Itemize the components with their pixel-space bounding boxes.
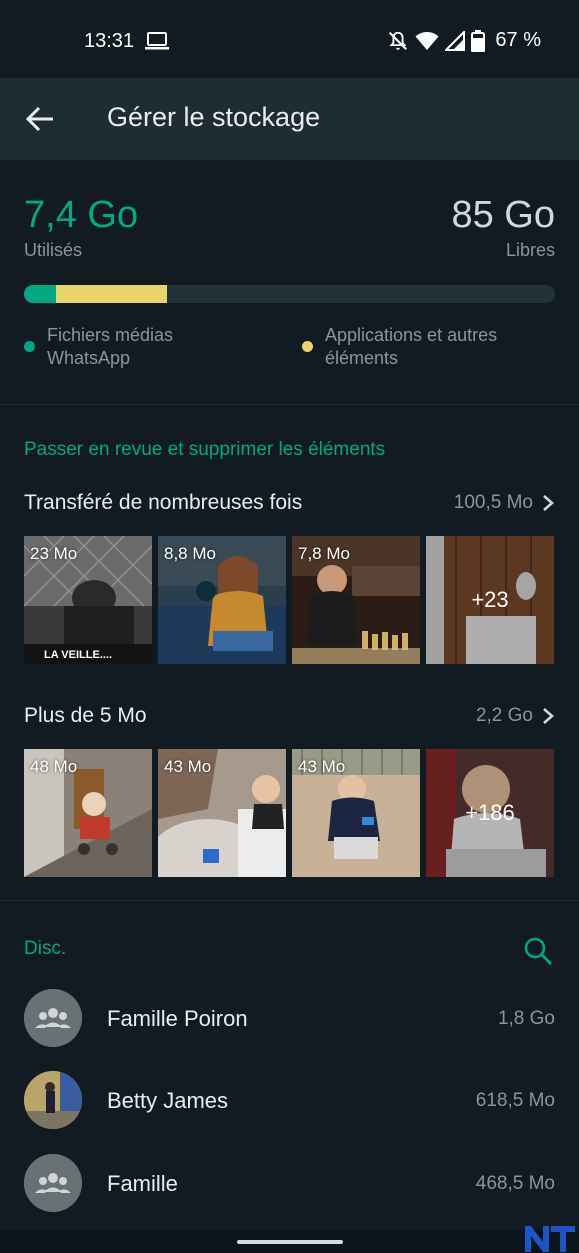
group-avatar — [24, 1154, 82, 1212]
media-thumbnail-more[interactable]: +186 — [426, 749, 554, 877]
signal-icon — [445, 30, 466, 51]
watermark-logo — [525, 1226, 575, 1252]
storage-bar-whatsapp-segment — [24, 285, 56, 303]
thumbnail-size: 48 Mo — [30, 757, 78, 776]
forwarded-thumbnails: LA VEILLE.... 23 Mo 8,8 Mo 7,8 Mo +23 — [24, 536, 555, 664]
row-meta: 100,5 Mo — [454, 492, 555, 514]
free-storage-value: 85 Go — [451, 194, 555, 236]
bell-off-icon — [389, 31, 408, 50]
legend-dot-apps — [302, 341, 313, 352]
media-thumbnail-more[interactable]: +23 — [426, 536, 554, 664]
media-thumbnail[interactable]: 43 Mo — [158, 749, 286, 877]
chats-section-label: Disc. — [24, 938, 67, 959]
forwarded-many-times-row[interactable]: Transféré de nombreuses fois 100,5 Mo — [24, 488, 555, 518]
group-icon — [24, 1154, 82, 1212]
row-title: Plus de 5 Mo — [24, 704, 147, 727]
navigation-bar — [0, 1230, 579, 1253]
row-title: Transféré de nombreuses fois — [24, 491, 303, 514]
used-storage-value: 7,4 Go — [24, 194, 139, 236]
chevron-right-icon — [543, 495, 554, 511]
thumbnail-size: 43 Mo — [298, 757, 346, 776]
review-section-title: Passer en revue et supprimer les élément… — [24, 439, 386, 460]
chat-size: 618,5 Mo — [475, 1090, 555, 1111]
contact-avatar — [24, 1071, 82, 1129]
legend-label: Applications et autres éléments — [325, 325, 498, 368]
wifi-icon — [415, 31, 439, 50]
contact-photo-image — [24, 1071, 82, 1129]
page-title: Gérer le stockage — [107, 102, 321, 132]
used-storage-label: Utilisés — [24, 240, 83, 260]
status-icons: 67 % — [387, 29, 541, 52]
chat-size: 1,8 Go — [497, 1008, 555, 1029]
chat-row[interactable]: Betty James 618,5 Mo — [24, 1071, 555, 1131]
media-thumbnail[interactable]: 43 Mo — [292, 749, 420, 877]
media-thumbnail[interactable]: 8,8 Mo — [158, 536, 286, 664]
chat-name: Betty James — [107, 1088, 229, 1113]
larger-than-5mb-row[interactable]: Plus de 5 Mo 2,2 Go — [24, 701, 555, 731]
row-size: 100,5 Mo — [453, 492, 533, 513]
thumbnail-size: 8,8 Mo — [164, 544, 216, 563]
thumbnail-size: 43 Mo — [164, 757, 212, 776]
group-icon — [24, 989, 82, 1047]
row-size: 2,2 Go — [475, 705, 533, 726]
group-avatar — [24, 989, 82, 1047]
back-arrow-icon[interactable] — [24, 102, 58, 136]
thumbnail-caption: LA VEILLE.... — [44, 649, 112, 661]
battery-percentage: 67 % — [495, 29, 541, 51]
row-meta: 2,2 Go — [476, 705, 555, 727]
storage-bar-apps-segment — [55, 285, 168, 303]
more-count: +23 — [426, 536, 554, 664]
laptop-icon — [145, 32, 169, 50]
chevron-right-icon — [543, 708, 554, 724]
divider — [0, 900, 579, 901]
legend-label: Fichiers médias WhatsApp — [47, 325, 174, 368]
chat-size: 468,5 Mo — [475, 1173, 555, 1194]
chat-name: Famille Poiron — [107, 1006, 248, 1031]
divider — [0, 404, 579, 405]
large-files-thumbnails: 48 Mo 43 Mo 43 Mo +186 — [24, 749, 555, 877]
storage-content[interactable]: 7,4 Go Utilisés 85 Go Libres Fichiers mé… — [0, 160, 579, 1230]
legend-apps-other: Applications et autres éléments — [302, 324, 542, 370]
more-count: +186 — [426, 749, 554, 877]
thumbnail-size: 23 Mo — [30, 544, 78, 563]
media-thumbnail[interactable]: 48 Mo — [24, 749, 152, 877]
legend-whatsapp-media: Fichiers médias WhatsApp — [24, 324, 274, 370]
chats-header: Disc. — [24, 936, 555, 966]
media-thumbnail[interactable]: LA VEILLE.... 23 Mo — [24, 536, 152, 664]
search-icon[interactable] — [523, 936, 553, 966]
chat-row[interactable]: Famille Poiron 1,8 Go — [24, 989, 555, 1049]
status-bar: 13:31 67 % — [0, 0, 579, 78]
app-bar: Gérer le stockage — [0, 78, 579, 160]
legend-dot-whatsapp — [24, 341, 35, 352]
chat-row[interactable]: Famille 468,5 Mo — [24, 1154, 555, 1214]
home-gesture-handle[interactable] — [237, 1240, 343, 1244]
storage-usage-bar — [24, 285, 555, 303]
thumbnail-size: 7,8 Mo — [298, 544, 350, 563]
media-thumbnail[interactable]: 7,8 Mo — [292, 536, 420, 664]
status-time: 13:31 — [84, 30, 135, 52]
battery-icon — [471, 29, 486, 52]
free-storage-label: Libres — [505, 240, 555, 260]
chat-name: Famille — [107, 1171, 178, 1196]
